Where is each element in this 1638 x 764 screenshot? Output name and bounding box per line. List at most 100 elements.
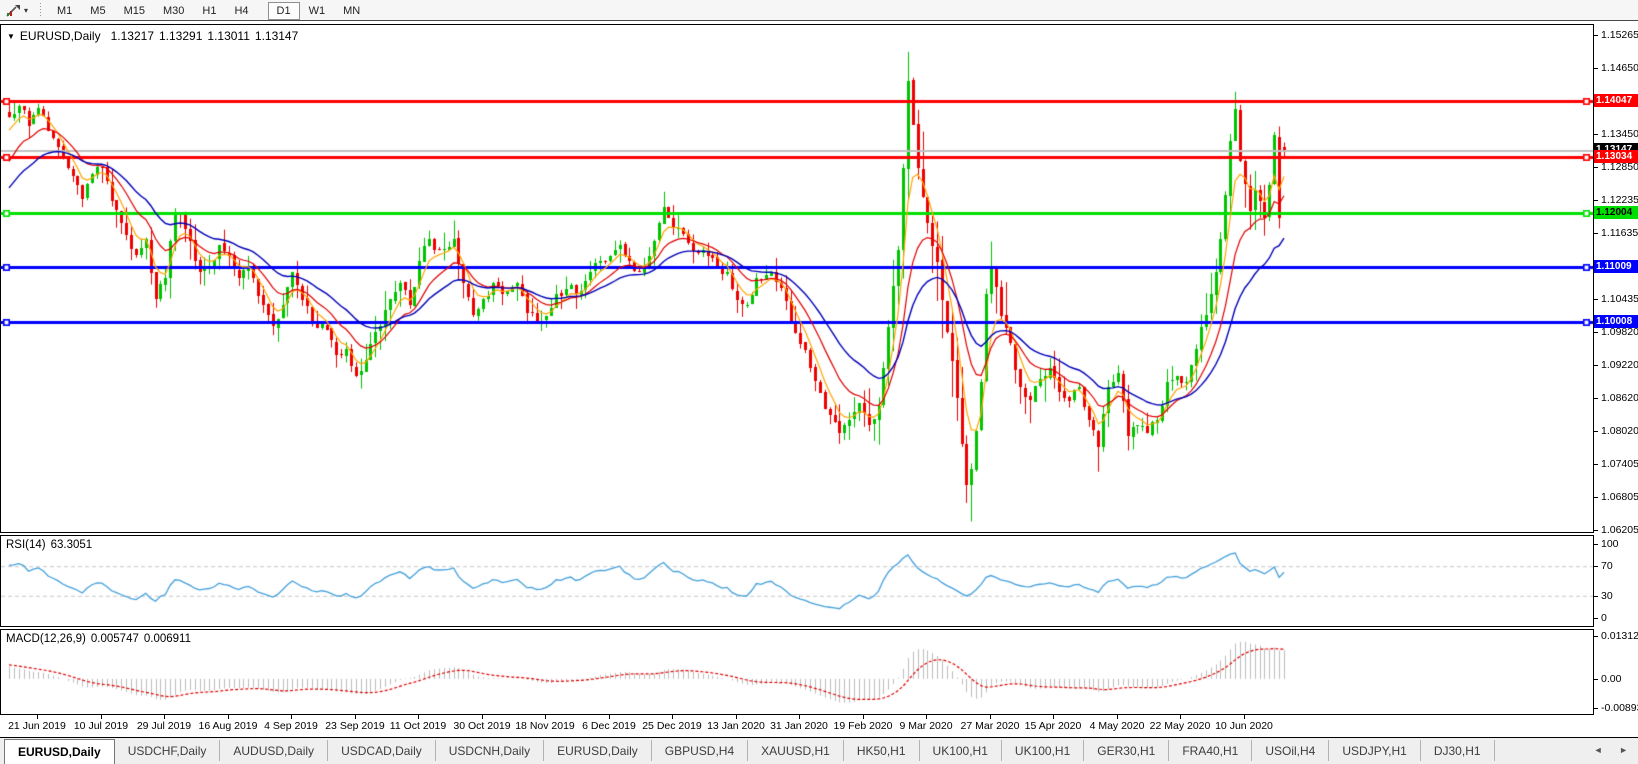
- price-tick-label: 1.09820: [1601, 326, 1638, 338]
- timeframe-button-MN[interactable]: MN: [334, 2, 369, 20]
- timeframe-toolbar: ▾ M1M5M15M30H1H4 D1W1MN: [0, 0, 1638, 21]
- axis-tick-mark: [1594, 544, 1598, 545]
- axis-tick-mark: [1594, 530, 1598, 531]
- timeframe-button-W1[interactable]: W1: [300, 2, 335, 20]
- rsi-chart-canvas[interactable]: [1, 536, 1593, 626]
- tab-EURUSD-Daily[interactable]: EURUSD,Daily: [4, 739, 115, 764]
- price-tick-label: 1.08020: [1601, 425, 1638, 437]
- rsi-indicator-pane: RSI(14) 63.3051: [0, 535, 1594, 627]
- date-tick-mark: [228, 715, 229, 719]
- timeframe-button-M15[interactable]: M15: [115, 2, 154, 20]
- chart-tabs: EURUSD,DailyUSDCHF,DailyAUDUSD,DailyUSDC…: [0, 738, 1638, 764]
- tab-USOil-H4[interactable]: USOil,H4: [1252, 740, 1329, 761]
- rsi-label: RSI(14) 63.3051: [6, 539, 97, 551]
- date-tick-mark: [1244, 715, 1245, 719]
- rsi-tick-label: 70: [1601, 560, 1613, 572]
- timeframe-button-H4[interactable]: H4: [225, 2, 257, 20]
- date-tick-mark: [418, 715, 419, 719]
- axis-tick-mark: [1594, 679, 1598, 680]
- price-tick-label: 1.06205: [1601, 524, 1638, 536]
- tab-GER30-H1[interactable]: GER30,H1: [1084, 740, 1169, 761]
- axis-tick-mark: [1594, 464, 1598, 465]
- rsi-tick-label: 0: [1601, 612, 1607, 624]
- date-tick-mark: [1053, 715, 1054, 719]
- macd-indicator-pane: MACD(12,26,9)0.0057470.006911: [0, 629, 1594, 715]
- quote-high: 1.13291: [159, 29, 202, 43]
- axis-tick-mark: [1594, 398, 1598, 399]
- date-tick-mark: [672, 715, 673, 719]
- axis-tick-mark: [1594, 233, 1598, 234]
- tab-USDCHF-Daily[interactable]: USDCHF,Daily: [115, 740, 221, 761]
- price-chart-pane: ▼EURUSD,Daily1.132171.132911.130111.1314…: [0, 24, 1594, 533]
- axis-tick-mark: [1594, 618, 1598, 619]
- date-tick-mark: [736, 715, 737, 719]
- timeframe-button-H1[interactable]: H1: [193, 2, 225, 20]
- date-tick-mark: [799, 715, 800, 719]
- chart-symbol-label: EURUSD,Daily: [20, 29, 101, 43]
- chart-workspace: ▼EURUSD,Daily1.132171.132911.130111.1314…: [0, 22, 1638, 737]
- macd-tick-label: -0.008933: [1601, 702, 1638, 714]
- axis-tick-mark: [1594, 68, 1598, 69]
- axis-tick-mark: [1594, 708, 1598, 709]
- date-tick-label: 10 Jun 2020: [1202, 720, 1286, 732]
- date-tick-mark: [926, 715, 927, 719]
- timeframe-button-M5[interactable]: M5: [81, 2, 114, 20]
- tab-EURUSD-Daily[interactable]: EURUSD,Daily: [544, 740, 652, 761]
- tab-scroll-arrows: ◄ ►: [1580, 745, 1628, 755]
- tab-GBPUSD-H4[interactable]: GBPUSD,H4: [652, 740, 748, 761]
- date-tick-mark: [545, 715, 546, 719]
- tab-AUDUSD-Daily[interactable]: AUDUSD,Daily: [220, 740, 328, 761]
- axis-tick-mark: [1594, 200, 1598, 201]
- chart-tool-icon[interactable]: [4, 3, 22, 18]
- macd-chart-canvas[interactable]: [1, 630, 1593, 714]
- tab-USDCNH-Daily[interactable]: USDCNH,Daily: [436, 740, 544, 761]
- tab-USDJPY-H1[interactable]: USDJPY,H1: [1329, 740, 1420, 761]
- axis-tick-mark: [1594, 365, 1598, 366]
- collapse-triangle-icon[interactable]: ▼: [7, 32, 15, 41]
- price-tick-label: 1.11635: [1601, 227, 1638, 239]
- axis-tick-mark: [1594, 35, 1598, 36]
- chevron-down-icon[interactable]: ▾: [24, 6, 28, 15]
- price-tick-label: 1.14650: [1601, 62, 1638, 74]
- tab-scroll-right-icon[interactable]: ►: [1619, 745, 1628, 755]
- rsi-value: 63.3051: [51, 539, 93, 551]
- axis-tick-mark: [1594, 332, 1598, 333]
- timeframe-button-M1[interactable]: M1: [48, 2, 81, 20]
- macd-label: MACD(12,26,9)0.0057470.006911: [6, 633, 196, 645]
- tab-UK100-H1[interactable]: UK100,H1: [920, 740, 1002, 761]
- rsi-tick-label: 30: [1601, 590, 1613, 602]
- price-tick-label: 1.06805: [1601, 491, 1638, 503]
- tab-FRA40-H1[interactable]: FRA40,H1: [1169, 740, 1252, 761]
- timeframe-button-M30[interactable]: M30: [154, 2, 193, 20]
- price-axis[interactable]: 1.152651.146501.134501.128501.122351.116…: [1594, 22, 1638, 737]
- price-tick-label: 1.12235: [1601, 194, 1638, 206]
- tab-HK50-H1[interactable]: HK50,H1: [844, 740, 920, 761]
- toolbar-grip[interactable]: [39, 3, 42, 17]
- date-axis[interactable]: 21 Jun 201910 Jul 201929 Jul 201916 Aug …: [0, 715, 1594, 737]
- date-tick-mark: [101, 715, 102, 719]
- price-tick-label: 1.07405: [1601, 458, 1638, 470]
- timeframe-button-D1[interactable]: D1: [268, 2, 300, 20]
- quote-open: 1.13217: [111, 29, 154, 43]
- price-tick-label: 1.13450: [1601, 128, 1638, 140]
- tab-DJ30-H1[interactable]: DJ30,H1: [1421, 740, 1495, 761]
- tab-UK100-H1[interactable]: UK100,H1: [1002, 740, 1084, 761]
- date-tick-mark: [355, 715, 356, 719]
- date-tick-mark: [863, 715, 864, 719]
- axis-tick-mark: [1594, 636, 1598, 637]
- date-tick-mark: [291, 715, 292, 719]
- axis-tick-mark: [1594, 134, 1598, 135]
- macd-name: MACD(12,26,9): [6, 633, 86, 645]
- chart-quote-line: ▼EURUSD,Daily1.132171.132911.130111.1314…: [7, 29, 303, 43]
- date-tick-mark: [609, 715, 610, 719]
- tab-USDCAD-Daily[interactable]: USDCAD,Daily: [328, 740, 436, 761]
- axis-tick-mark: [1594, 431, 1598, 432]
- rsi-name: RSI(14): [6, 539, 46, 551]
- candlestick-chart-canvas[interactable]: [1, 25, 1593, 532]
- date-tick-mark: [1180, 715, 1181, 719]
- chart-tab-bar: EURUSD,DailyUSDCHF,DailyAUDUSD,DailyUSDC…: [0, 737, 1638, 764]
- level-price-chip: 1.13034: [1594, 150, 1638, 163]
- price-tick-label: 1.10435: [1601, 293, 1638, 305]
- tab-scroll-left-icon[interactable]: ◄: [1594, 745, 1603, 755]
- tab-XAUUSD-H1[interactable]: XAUUSD,H1: [748, 740, 844, 761]
